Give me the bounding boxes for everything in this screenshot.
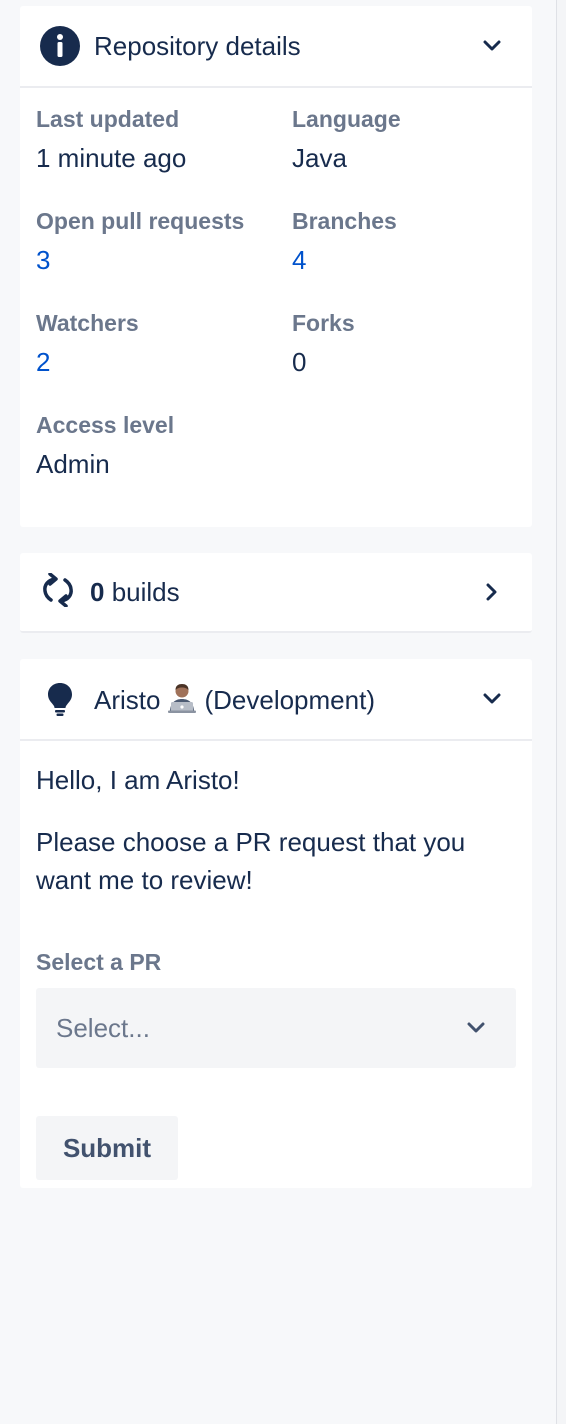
aristo-name: Aristo	[94, 684, 161, 715]
open-pull-requests-link[interactable]: 3	[36, 245, 276, 276]
field-label: Open pull requests	[36, 208, 245, 234]
field-label: Watchers	[36, 310, 139, 336]
select-pr-placeholder: Select...	[56, 1012, 150, 1043]
repository-details-grid: Last updated 1 minute ago Language Java …	[20, 88, 532, 524]
field-last-updated: Last updated 1 minute ago	[36, 106, 276, 174]
builds-card[interactable]: 0 builds	[20, 553, 532, 633]
chevron-right-icon[interactable]	[480, 580, 504, 604]
field-watchers: Watchers 2	[36, 310, 276, 378]
scrollbar-track[interactable]	[556, 0, 566, 1424]
repository-details-title: Repository details	[94, 30, 301, 61]
info-icon	[40, 26, 80, 66]
builds-count: 0	[90, 576, 105, 607]
field-branches: Branches 4	[292, 208, 532, 276]
aristo-header[interactable]: Aristo (Development)	[20, 659, 532, 741]
select-pr-dropdown[interactable]: Select...	[36, 988, 516, 1068]
field-label: Branches	[292, 208, 397, 234]
refresh-icon	[40, 571, 76, 612]
aristo-greeting: Hello, I am Aristo!	[36, 765, 240, 795]
builds-label: builds	[111, 576, 180, 607]
technologist-emoji	[166, 683, 198, 713]
field-label: Language	[292, 106, 401, 132]
field-value: 1 minute ago	[36, 143, 187, 173]
aristo-body: Hello, I am Aristo! Please choose a PR r…	[20, 763, 532, 1180]
field-language: Language Java	[292, 106, 532, 174]
field-forks: Forks 0	[292, 310, 532, 378]
aristo-title: Aristo (Development)	[94, 683, 480, 716]
field-value: 0	[292, 347, 307, 377]
field-open-pull-requests: Open pull requests 3	[36, 208, 276, 276]
builds-summary: 0 builds	[90, 577, 480, 608]
chevron-down-icon	[464, 1016, 488, 1040]
repository-details-header[interactable]: Repository details	[20, 6, 532, 88]
lightbulb-icon	[40, 682, 80, 716]
field-value: Admin	[36, 449, 110, 479]
aristo-prompt: Please choose a PR request that you want…	[36, 827, 466, 895]
repository-details-card: Repository details Last updated 1 minute…	[20, 6, 532, 527]
field-label: Access level	[36, 412, 175, 438]
field-value: Java	[292, 143, 347, 173]
branches-link[interactable]: 4	[292, 245, 532, 276]
aristo-environment: (Development)	[204, 684, 375, 715]
field-access-level: Access level Admin	[36, 412, 276, 480]
field-label: Last updated	[36, 106, 180, 132]
submit-button[interactable]: Submit	[36, 1116, 178, 1180]
field-label: Forks	[292, 310, 355, 336]
chevron-down-icon[interactable]	[480, 687, 504, 711]
select-pr-label: Select a PR	[36, 949, 162, 975]
watchers-link[interactable]: 2	[36, 347, 276, 378]
chevron-down-icon[interactable]	[480, 34, 504, 58]
aristo-card: Aristo (Development) Hello, I am Aristo!…	[20, 659, 532, 1188]
